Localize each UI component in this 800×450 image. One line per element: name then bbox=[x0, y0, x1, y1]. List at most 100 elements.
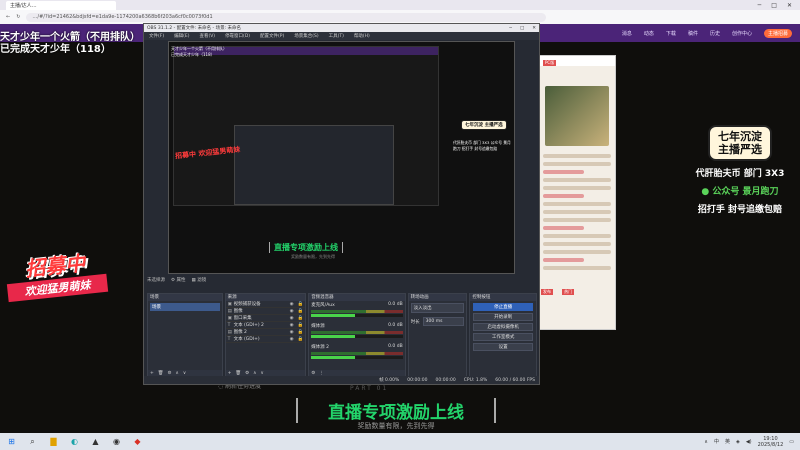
mixer-dock-title: 音频混音器 bbox=[309, 294, 405, 301]
preview-banner-sub: 奖励数量有限，先到先得 bbox=[291, 254, 335, 259]
eye-icon[interactable]: ◉ bbox=[290, 316, 294, 321]
maximize-icon[interactable]: □ bbox=[771, 2, 777, 9]
stop-streaming-button[interactable]: 停止直播 bbox=[473, 303, 533, 311]
channel-db: 0.0 dB bbox=[388, 344, 403, 349]
minimize-icon[interactable]: ─ bbox=[758, 2, 762, 9]
virtual-camera-button[interactable]: 启动虚拟摄像机 bbox=[473, 323, 533, 331]
menu-help[interactable]: 帮助(H) bbox=[354, 33, 370, 39]
network-icon[interactable]: ◈ bbox=[736, 439, 740, 445]
volume-icon[interactable]: ◀) bbox=[746, 439, 752, 445]
volume-slider[interactable] bbox=[311, 335, 403, 338]
menu-scene-collection[interactable]: 场景集合(S) bbox=[294, 33, 318, 39]
header-item[interactable]: 下载 bbox=[666, 30, 676, 37]
close-icon[interactable]: ✕ bbox=[787, 2, 792, 9]
properties-button[interactable]: ⚙ 属性 bbox=[171, 277, 185, 283]
settings-button[interactable]: 设置 bbox=[473, 343, 533, 351]
header-item[interactable]: 消息 bbox=[622, 30, 632, 37]
audio-mixer-dock: 音频混音器 麦克风/Aux 0.0 dB 媒体源 0.0 dB 媒体源 2 0.0 d… bbox=[308, 293, 406, 378]
scene-item[interactable]: 场景 bbox=[150, 303, 220, 311]
menu-docks[interactable]: 停靠窗口(D) bbox=[225, 33, 250, 39]
menu-view[interactable]: 查看(V) bbox=[199, 33, 215, 39]
promo-wechat: ● 公众号 景月跑刀 bbox=[684, 184, 796, 197]
close-icon[interactable]: ✕ bbox=[532, 26, 536, 31]
filters-button[interactable]: ▦ 滤镜 bbox=[191, 277, 206, 283]
source-item[interactable]: ▣ 视频捕获设备 ◉ 🔒 bbox=[225, 301, 306, 308]
transitions-dock: 转场动画 淡入淡出 时长 300 ms bbox=[407, 293, 468, 378]
windows-start-icon[interactable]: ⊞ bbox=[6, 436, 17, 447]
recruit-cta-button[interactable]: 主播招募 bbox=[763, 28, 792, 38]
menu-profile[interactable]: 配置文件(P) bbox=[260, 33, 284, 39]
source-label: 文本 (GDI+) 2 bbox=[233, 323, 264, 328]
preview-promo-lines: 代肝胎夫币 部门 3X3 公众号 景月跑刀 招打手 封号追缴包赔 bbox=[453, 140, 511, 151]
window-controls: ─ □ ✕ bbox=[758, 2, 800, 9]
pc-tag[interactable]: PC版 bbox=[543, 60, 557, 66]
obs-icon[interactable]: ◉ bbox=[111, 436, 122, 447]
obs-preview[interactable]: 天才少年一个火箭（不用排队） 已完成天才少年（118） 招募中 欢迎猛男萌妹 七… bbox=[168, 41, 515, 274]
volume-slider[interactable] bbox=[311, 314, 403, 317]
lock-icon[interactable]: 🔒 bbox=[298, 337, 304, 342]
scenes-dock: 场景 场景 + 🗑 ⚙ ∧ ∨ bbox=[147, 293, 223, 378]
promo-bubble-line1: 七年沉淀 bbox=[718, 130, 762, 143]
source-item[interactable]: ▣ 窗口采集 ◉ 🔒 bbox=[225, 315, 306, 322]
chevron-up-icon[interactable]: ∧ bbox=[704, 439, 708, 445]
edge-icon[interactable]: ◐ bbox=[69, 436, 80, 447]
search-icon[interactable]: ⌕ bbox=[27, 436, 38, 447]
cpu-usage: CPU: 1.8% bbox=[463, 377, 488, 383]
browser-icon[interactable]: ◆ bbox=[132, 436, 143, 447]
header-item[interactable]: 历史 bbox=[710, 30, 720, 37]
source-item[interactable]: ▤ 图像 2 ◉ 🔒 bbox=[225, 329, 306, 336]
eye-icon[interactable]: ◉ bbox=[290, 309, 294, 314]
studio-mode-button[interactable]: 工作室模式 bbox=[473, 333, 533, 341]
duration-label: 时长 bbox=[410, 319, 420, 325]
source-label: 图像 bbox=[233, 309, 243, 314]
transition-select[interactable]: 淡入淡出 bbox=[410, 303, 465, 313]
obs-status-bar: 帧 0.00% 00:00:00 00:00:00 CPU: 1.8% 60.0… bbox=[144, 376, 539, 384]
channel-db: 0.0 dB bbox=[388, 323, 403, 328]
file-explorer-icon[interactable]: ▇ bbox=[48, 436, 59, 447]
clock[interactable]: 19:10 2025/8/12 bbox=[758, 436, 784, 448]
lock-icon[interactable]: 🔒 bbox=[298, 316, 304, 321]
refresh-icon[interactable]: ↻ bbox=[16, 14, 20, 20]
header-item[interactable]: 创作中心 bbox=[732, 30, 752, 37]
panel-pill[interactable]: 发布 bbox=[541, 289, 553, 295]
browser-tab[interactable]: 主播/达人… bbox=[6, 0, 116, 10]
eye-icon[interactable]: ◉ bbox=[290, 302, 294, 307]
volume-slider[interactable] bbox=[311, 356, 403, 359]
lock-icon[interactable]: 🔒 bbox=[298, 309, 304, 314]
obs-title: OBS 31.1.2 - 配置文件: 未命名 - 场景: 未命名 bbox=[147, 26, 242, 31]
duration-input[interactable]: 300 ms bbox=[422, 317, 465, 326]
notification-icon[interactable]: ▭ bbox=[789, 439, 794, 445]
source-item[interactable]: T 文本 (GDI+) 2 ◉ 🔒 bbox=[225, 322, 306, 329]
app-icon[interactable]: ▲ bbox=[90, 436, 101, 447]
menu-edit[interactable]: 编辑(E) bbox=[174, 33, 189, 39]
fps-readout: 60.00 / 60.00 FPS bbox=[495, 377, 535, 383]
address-bar[interactable]: …/#/?id=21462&bdjsfd=e1da9e-1174200a6368… bbox=[26, 12, 547, 22]
source-item[interactable]: ▤ 图像 ◉ 🔒 bbox=[225, 308, 306, 315]
maximize-icon[interactable]: □ bbox=[520, 26, 524, 31]
menu-tools[interactable]: 工具(T) bbox=[329, 33, 344, 39]
minimize-icon[interactable]: ─ bbox=[509, 26, 512, 31]
system-tray: ∧ 中 英 ◈ ◀) 19:10 2025/8/12 ▭ bbox=[704, 436, 794, 448]
eye-icon[interactable]: ◉ bbox=[290, 337, 294, 342]
eye-icon[interactable]: ◉ bbox=[290, 330, 294, 335]
ime-mode[interactable]: 英 bbox=[725, 438, 730, 445]
menu-file[interactable]: 文件(F) bbox=[149, 33, 164, 39]
transitions-dock-title: 转场动画 bbox=[408, 294, 467, 301]
ime-lang[interactable]: 中 bbox=[714, 438, 719, 445]
lock-icon[interactable]: 🔒 bbox=[298, 302, 304, 307]
transition-type-row: 淡入淡出 bbox=[409, 301, 467, 315]
lock-icon[interactable]: 🔒 bbox=[298, 330, 304, 335]
browser-tab-strip: 主播/达人… ─ □ ✕ bbox=[0, 0, 800, 10]
eye-icon[interactable]: ◉ bbox=[290, 323, 294, 328]
back-icon[interactable]: ← bbox=[6, 14, 10, 20]
volume-meter bbox=[311, 331, 403, 334]
header-item[interactable]: 动态 bbox=[644, 30, 654, 37]
cover-image[interactable] bbox=[545, 86, 609, 146]
lock-icon[interactable]: 🔒 bbox=[298, 323, 304, 328]
source-item[interactable]: T 文本 (GDI+) ◉ 🔒 bbox=[225, 336, 306, 343]
start-recording-button[interactable]: 开始录制 bbox=[473, 313, 533, 321]
header-item[interactable]: 稿件 bbox=[688, 30, 698, 37]
filter-icon: ▦ bbox=[191, 278, 196, 283]
banner-title: 直播专项激励上线 bbox=[296, 398, 496, 423]
panel-pill[interactable]: 热门 bbox=[562, 289, 575, 295]
